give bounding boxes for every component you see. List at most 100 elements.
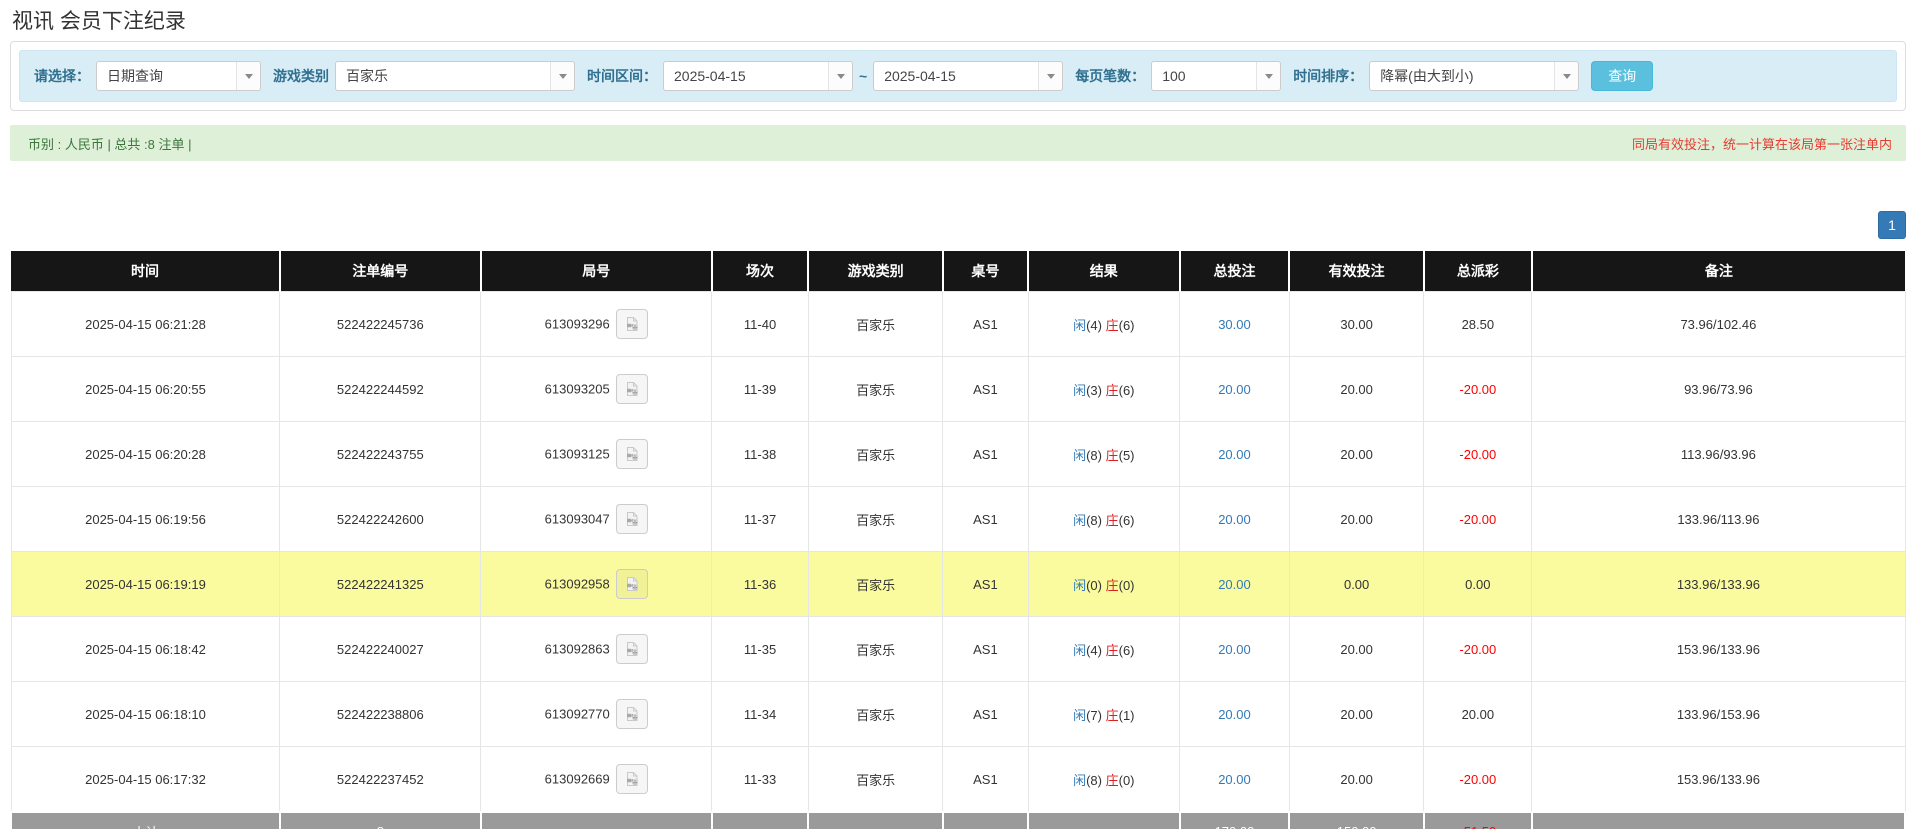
cell-round-id: 613092863 (481, 617, 712, 682)
player-result-label: 闲 (1073, 773, 1086, 788)
subtotal-row: 小计 8 170.00 150.00 -51.50 (11, 812, 1905, 829)
banker-result-value: (6) (1119, 643, 1135, 658)
cell-table-no: AS1 (943, 487, 1028, 552)
total-bet-link[interactable]: 20.00 (1218, 707, 1251, 722)
search-button[interactable]: 查询 (1591, 61, 1653, 91)
cell-total-bet: 20.00 (1180, 682, 1290, 747)
table-body: 2025-04-15 06:21:28 522422245736 6130932… (11, 292, 1905, 813)
cell-round-id: 613092770 (481, 682, 712, 747)
film-icon (624, 446, 640, 462)
col-header-time: 时间 (11, 251, 280, 292)
cell-game-type: 百家乐 (808, 617, 942, 682)
video-replay-button[interactable] (616, 504, 648, 534)
cell-payout: 28.50 (1424, 292, 1532, 357)
header-row: 时间 注单编号 局号 场次 游戏类别 桌号 结果 总投注 有效投注 总派彩 备注 (11, 251, 1905, 292)
cell-total-bet: 20.00 (1180, 747, 1290, 813)
video-replay-button[interactable] (616, 309, 648, 339)
time-sort-select[interactable]: 降幂(由大到小) (1369, 61, 1579, 91)
player-result-label: 闲 (1073, 318, 1086, 333)
film-icon (624, 316, 640, 332)
banker-result-label: 庄 (1106, 643, 1119, 658)
chevron-down-icon (828, 62, 852, 90)
date-from-select[interactable]: 2025-04-15 (663, 61, 853, 91)
empty-cell (808, 812, 942, 829)
total-bet-link[interactable]: 20.00 (1218, 642, 1251, 657)
page-size-select[interactable]: 100 (1151, 61, 1281, 91)
round-id: 613093047 (545, 512, 610, 527)
query-type-select[interactable]: 日期查询 (96, 61, 261, 91)
total-bet-link[interactable]: 20.00 (1218, 512, 1251, 527)
cell-payout: -20.00 (1424, 357, 1532, 422)
range-separator: ~ (859, 68, 867, 84)
cell-table-no: AS1 (943, 617, 1028, 682)
cell-payout: 20.00 (1424, 682, 1532, 747)
cell-table-no: AS1 (943, 747, 1028, 813)
total-bet-link[interactable]: 30.00 (1218, 317, 1251, 332)
currency-summary-text: 币别 : 人民币 | 总共 :8 注单 | (28, 134, 192, 153)
cell-time: 2025-04-15 06:19:56 (11, 487, 280, 552)
col-header-payout: 总派彩 (1424, 251, 1532, 292)
banker-result-value: (6) (1119, 513, 1135, 528)
player-result-label: 闲 (1073, 513, 1086, 528)
player-result-label: 闲 (1073, 448, 1086, 463)
game-type-label: 游戏类别 (273, 66, 329, 86)
banker-result-value: (1) (1119, 708, 1135, 723)
cell-bet-id: 522422240027 (280, 617, 481, 682)
cell-time: 2025-04-15 06:17:32 (11, 747, 280, 813)
player-result-label: 闲 (1073, 383, 1086, 398)
cell-time: 2025-04-15 06:18:10 (11, 682, 280, 747)
table-row: 2025-04-15 06:18:42 522422240027 6130928… (11, 617, 1905, 682)
round-id: 613092669 (545, 772, 610, 787)
time-sort-value: 降幂(由大到小) (1370, 62, 1554, 90)
banker-result-value: (5) (1119, 448, 1135, 463)
game-type-select[interactable]: 百家乐 (335, 61, 575, 91)
banker-result-label: 庄 (1106, 318, 1119, 333)
page-size-label: 每页笔数： (1075, 66, 1145, 86)
cell-game-type: 百家乐 (808, 422, 942, 487)
video-replay-button[interactable] (616, 569, 648, 599)
player-result-value: (3) (1086, 383, 1102, 398)
player-result-label: 闲 (1073, 643, 1086, 658)
col-header-result: 结果 (1028, 251, 1180, 292)
chevron-down-icon (236, 62, 260, 90)
cell-round-id: 613092958 (481, 552, 712, 617)
player-result-value: (7) (1086, 708, 1102, 723)
date-to-select[interactable]: 2025-04-15 (873, 61, 1063, 91)
video-replay-button[interactable] (616, 764, 648, 794)
cell-remark: 153.96/133.96 (1532, 617, 1905, 682)
cell-bet-id: 522422242600 (280, 487, 481, 552)
player-result-value: (8) (1086, 773, 1102, 788)
cell-bet-id: 522422244592 (280, 357, 481, 422)
table-row: 2025-04-15 06:17:32 522422237452 6130926… (11, 747, 1905, 813)
page-button-1[interactable]: 1 (1878, 211, 1906, 239)
cell-session: 11-40 (712, 292, 809, 357)
chevron-down-icon (1554, 62, 1578, 90)
video-replay-button[interactable] (616, 439, 648, 469)
total-bet-link[interactable]: 20.00 (1218, 447, 1251, 462)
cell-time: 2025-04-15 06:19:19 (11, 552, 280, 617)
cell-game-type: 百家乐 (808, 292, 942, 357)
total-bet-link[interactable]: 20.00 (1218, 382, 1251, 397)
film-icon (624, 641, 640, 657)
total-bet-link[interactable]: 20.00 (1218, 772, 1251, 787)
banker-result-label: 庄 (1106, 383, 1119, 398)
video-replay-button[interactable] (616, 699, 648, 729)
empty-cell (1532, 812, 1905, 829)
col-header-round-id: 局号 (481, 251, 712, 292)
film-icon (624, 706, 640, 722)
table-row: 2025-04-15 06:19:19 522422241325 6130929… (11, 552, 1905, 617)
cell-result: 闲(8) 庄(6) (1028, 487, 1180, 552)
cell-result: 闲(8) 庄(5) (1028, 422, 1180, 487)
cell-session: 11-36 (712, 552, 809, 617)
col-header-game-type: 游戏类别 (808, 251, 942, 292)
subtotal-valid-bet: 150.00 (1289, 812, 1423, 829)
cell-total-bet: 20.00 (1180, 487, 1290, 552)
cell-game-type: 百家乐 (808, 357, 942, 422)
banker-result-label: 庄 (1106, 513, 1119, 528)
video-replay-button[interactable] (616, 634, 648, 664)
total-bet-link[interactable]: 20.00 (1218, 577, 1251, 592)
empty-cell (712, 812, 809, 829)
cell-time: 2025-04-15 06:18:42 (11, 617, 280, 682)
video-replay-button[interactable] (616, 374, 648, 404)
cell-valid-bet: 20.00 (1289, 487, 1423, 552)
